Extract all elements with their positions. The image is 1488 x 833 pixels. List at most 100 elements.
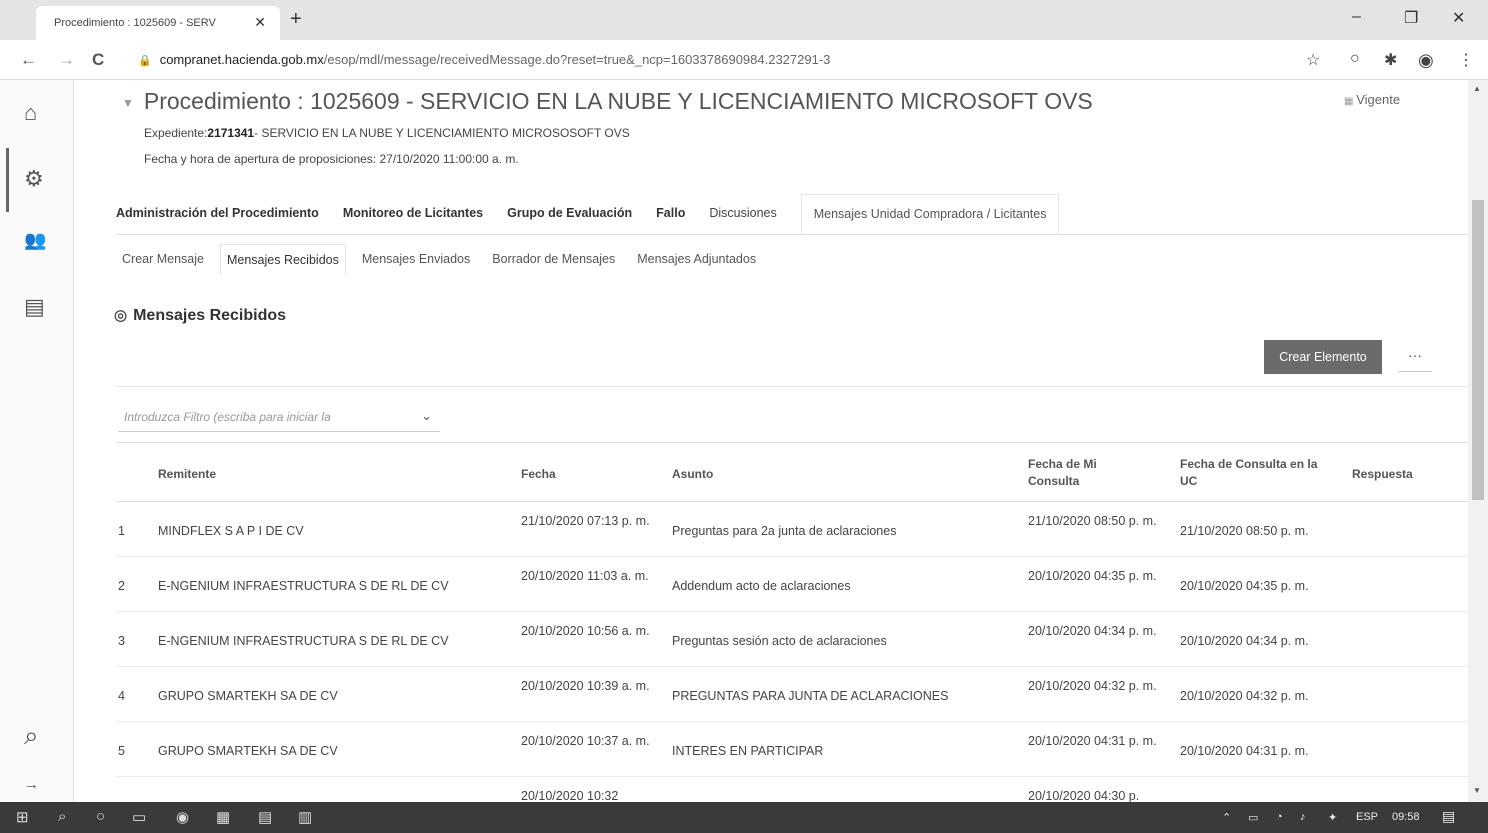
subtab-borrador[interactable]: Borrador de Mensajes	[486, 244, 621, 275]
table-row[interactable]: 1 MINDFLEX S A P I DE CV 21/10/2020 07:1…	[116, 502, 1468, 557]
window-close-icon[interactable]: ✕	[1452, 8, 1465, 28]
tab-grupo-evaluacion[interactable]: Grupo de Evaluación	[507, 194, 656, 234]
table-row[interactable]: 2 E-NGENIUM INFRAESTRUCTURA S DE RL DE C…	[116, 557, 1468, 612]
browser-tab[interactable]: Procedimiento : 1025609 - SERV ✕	[36, 6, 280, 40]
header-fecha-mi-consulta[interactable]: Fecha de Mi Consulta	[1028, 456, 1128, 490]
create-element-button[interactable]: Crear Elemento	[1264, 340, 1382, 374]
windows-taskbar: ⊞ ⌕ ○ ▭ ◉ ▦ ▤ ▥ ⌃ ▭ ◔ ♪ ✦ ESP 09:58 ▤	[0, 802, 1488, 833]
row-asunto[interactable]: Preguntas para 2a junta de aclaraciones	[672, 522, 896, 540]
row-fecha: 20/10/2020 10:56 a. m.	[521, 624, 650, 638]
row-remitente[interactable]: GRUPO SMARTEKH SA DE CV	[158, 742, 338, 760]
table-row[interactable]: 3 E-NGENIUM INFRAESTRUCTURA S DE RL DE C…	[116, 612, 1468, 667]
expand-sidebar-icon[interactable]: →	[24, 776, 39, 793]
header-remitente[interactable]: Remitente	[158, 466, 216, 483]
row-remitente[interactable]: E-NGENIUM INFRAESTRUCTURA S DE RL DE CV	[158, 577, 449, 595]
row-asunto[interactable]: INTERES EN PARTICIPAR	[672, 742, 823, 760]
windows-start-icon[interactable]: ⊞	[16, 808, 29, 826]
notifications-icon[interactable]: ▤	[1442, 808, 1455, 825]
row-remitente[interactable]: E-NGENIUM INFRAESTRUCTURA S DE RL DE CV	[158, 632, 449, 650]
header-fecha-consulta-uc[interactable]: Fecha de Consulta en la UC	[1180, 456, 1330, 490]
row-remitente[interactable]: MINDFLEX S A P I DE CV	[158, 522, 304, 540]
filter-input[interactable]: Introduzca Filtro (escriba para iniciar …	[118, 402, 440, 432]
close-tab-icon[interactable]: ✕	[254, 14, 266, 31]
row-asunto[interactable]: Preguntas sesión acto de aclaraciones	[672, 632, 887, 650]
tab-fallo[interactable]: Fallo	[656, 194, 709, 234]
left-sidebar: ⌂ ⚙ 👥 ▤ ⌕ →	[0, 80, 74, 802]
chrome-taskbar-icon[interactable]: ◉	[176, 808, 189, 826]
table-row[interactable]: 5 GRUPO SMARTEKH SA DE CV 20/10/2020 10:…	[116, 722, 1468, 777]
row-fecha-uc: 21/10/2020 08:50 p. m.	[1180, 524, 1309, 538]
row-fecha-mi: 20/10/2020 04:30 p.	[1028, 789, 1140, 802]
task-view-icon[interactable]: ▭	[132, 808, 146, 826]
procedures-icon[interactable]: ⚙	[24, 166, 44, 192]
home-icon[interactable]: ⌂	[24, 100, 37, 126]
subtab-adjuntados[interactable]: Mensajes Adjuntados	[631, 244, 762, 275]
browser-menu-icon[interactable]: ⋮	[1458, 50, 1474, 70]
battery-icon[interactable]: ▭	[1248, 811, 1258, 824]
profile-icon[interactable]: ◉	[1418, 50, 1434, 71]
puzzle-extension-icon[interactable]: ✱	[1384, 50, 1397, 70]
row-number: 4	[118, 689, 125, 703]
wifi-icon[interactable]: ◔	[1276, 811, 1283, 823]
clock[interactable]: 09:58	[1392, 811, 1420, 823]
row-fecha-mi: 20/10/2020 04:34 p. m.	[1028, 624, 1157, 638]
row-asunto[interactable]: Addendum acto de aclaraciones	[672, 577, 851, 595]
volume-icon[interactable]: ♪	[1300, 811, 1306, 823]
address-bar: ← → C 🔒 compranet.hacienda.gob.mx/esop/md…	[0, 40, 1488, 80]
reload-icon[interactable]: C	[92, 50, 104, 70]
taskbar-search-icon[interactable]: ⌕	[58, 808, 66, 825]
tray-chevron-icon[interactable]: ⌃	[1222, 811, 1231, 824]
url-field[interactable]: 🔒 compranet.hacienda.gob.mx/esop/mdl/mess…	[138, 52, 830, 67]
scroll-up-icon[interactable]: ▲	[1473, 84, 1481, 93]
back-icon[interactable]: ←	[20, 50, 37, 70]
chevron-down-icon[interactable]: ⌄	[421, 408, 432, 424]
header-respuesta[interactable]: Respuesta	[1352, 466, 1413, 483]
filter-divider	[116, 442, 1468, 443]
row-number: 5	[118, 744, 125, 758]
page-scrollbar[interactable]: ▲ ▼	[1468, 80, 1488, 802]
status-label: Vigente	[1356, 92, 1401, 107]
row-remitente[interactable]: GRUPO SMARTEKH SA DE CV	[158, 687, 338, 705]
tab-mensajes-uc-licitantes[interactable]: Mensajes Unidad Compradora / Licitantes	[800, 194, 1060, 234]
language-indicator[interactable]: ESP	[1356, 811, 1378, 823]
opening-date: Fecha y hora de apertura de proposicione…	[144, 152, 519, 166]
row-fecha-mi: 21/10/2020 08:50 p. m.	[1028, 514, 1157, 528]
excel-taskbar-icon[interactable]: ▦	[216, 808, 230, 826]
header-asunto[interactable]: Asunto	[672, 466, 713, 483]
tab-administracion[interactable]: Administración del Procedimiento	[116, 194, 343, 234]
minimize-icon[interactable]: –	[1352, 8, 1361, 26]
documents-icon[interactable]: ▤	[24, 294, 45, 320]
section-title-text: Mensajes Recibidos	[133, 307, 287, 324]
subtab-mensajes-enviados[interactable]: Mensajes Enviados	[356, 244, 476, 275]
table-row[interactable]: 4 GRUPO SMARTEKH SA DE CV 20/10/2020 10:…	[116, 667, 1468, 722]
header-fecha[interactable]: Fecha	[521, 466, 556, 483]
dropbox-icon[interactable]: ✦	[1328, 811, 1337, 824]
row-asunto[interactable]: PREGUNTAS PARA JUNTA DE ACLARACIONES	[672, 687, 948, 705]
row-fecha-mi: 20/10/2020 04:31 p. m.	[1028, 734, 1157, 748]
subtab-mensajes-recibidos[interactable]: Mensajes Recibidos	[219, 244, 346, 275]
lock-icon: 🔒	[138, 55, 152, 67]
word-taskbar-icon[interactable]: ▥	[298, 808, 312, 826]
expediente-line: Expediente:2171341- SERVICIO EN LA NUBE …	[144, 126, 630, 140]
new-tab-icon[interactable]: +	[290, 8, 302, 31]
messages-icon: ◎	[114, 307, 128, 324]
tab-monitoreo[interactable]: Monitoreo de Licitantes	[343, 194, 507, 234]
search-icon[interactable]: ⌕	[24, 720, 39, 752]
tabs-divider	[116, 234, 1468, 235]
collapse-caret-icon[interactable]: ▼	[122, 96, 134, 110]
subtab-crear-mensaje[interactable]: Crear Mensaje	[116, 244, 210, 275]
tab-discusiones[interactable]: Discusiones	[709, 194, 800, 234]
scrollbar-thumb[interactable]	[1472, 200, 1484, 500]
cortana-icon[interactable]: ○	[96, 808, 105, 825]
table-row[interactable]: 20/10/2020 10:32 20/10/2020 04:30 p.	[116, 777, 1468, 802]
scroll-down-icon[interactable]: ▼	[1473, 786, 1481, 795]
mail-taskbar-icon[interactable]: ▤	[258, 808, 272, 826]
extension-icon[interactable]: ○	[1350, 50, 1360, 68]
forward-icon[interactable]: →	[58, 50, 75, 70]
main-tabs: Administración del Procedimiento Monitor…	[116, 194, 1060, 234]
bookmark-star-icon[interactable]: ☆	[1306, 50, 1320, 70]
users-icon[interactable]: 👥	[24, 230, 46, 251]
more-options-button[interactable]: ···	[1398, 342, 1432, 372]
row-fecha-uc: 20/10/2020 04:31 p. m.	[1180, 744, 1309, 758]
maximize-icon[interactable]: ❐	[1404, 8, 1418, 28]
